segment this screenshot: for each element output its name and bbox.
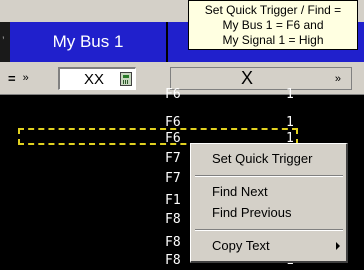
bus-cell: F1 [165, 193, 181, 208]
context-menu: Set Quick Trigger Find Next Find Previou… [190, 143, 348, 263]
menu-separator [195, 175, 343, 177]
chevron-down-icon: » [22, 72, 29, 84]
tooltip-line: My Signal 1 = High [222, 33, 324, 47]
bus-cell: F8 [165, 253, 181, 268]
menu-item-label: Copy Text [212, 238, 270, 253]
bus-cell: F6 [165, 87, 181, 102]
table-row[interactable]: F6 1 [0, 86, 364, 104]
menu-item-set-quick-trigger[interactable]: Set Quick Trigger [191, 149, 346, 169]
chevron-down-icon: » [334, 73, 341, 85]
bus-cell: F7 [165, 171, 181, 186]
menu-item-find-previous[interactable]: Find Previous [191, 203, 346, 223]
bus-cell: F8 [165, 212, 181, 227]
trigger-tooltip: Set Quick Trigger / Find = My Bus 1 = F6… [188, 0, 358, 50]
bus-cell: F7 [165, 151, 181, 166]
operator-value: = [8, 70, 16, 86]
bus-cell: F8 [165, 235, 181, 250]
signal-cell: 1 [286, 87, 294, 102]
submenu-arrow-icon [336, 242, 340, 250]
tooltip-line: Set Quick Trigger / Find = [204, 3, 342, 17]
menu-separator [195, 229, 343, 231]
bus-column-title: My Bus 1 [52, 32, 124, 51]
menu-item-find-next[interactable]: Find Next [191, 182, 346, 202]
calculator-icon[interactable] [120, 72, 132, 86]
tooltip-line: My Bus 1 = F6 and [222, 18, 324, 32]
menu-item-copy-text[interactable]: Copy Text [191, 236, 346, 256]
bus-column-header[interactable]: My Bus 1 [10, 22, 166, 62]
column-resize-mark: ’ [2, 34, 5, 48]
